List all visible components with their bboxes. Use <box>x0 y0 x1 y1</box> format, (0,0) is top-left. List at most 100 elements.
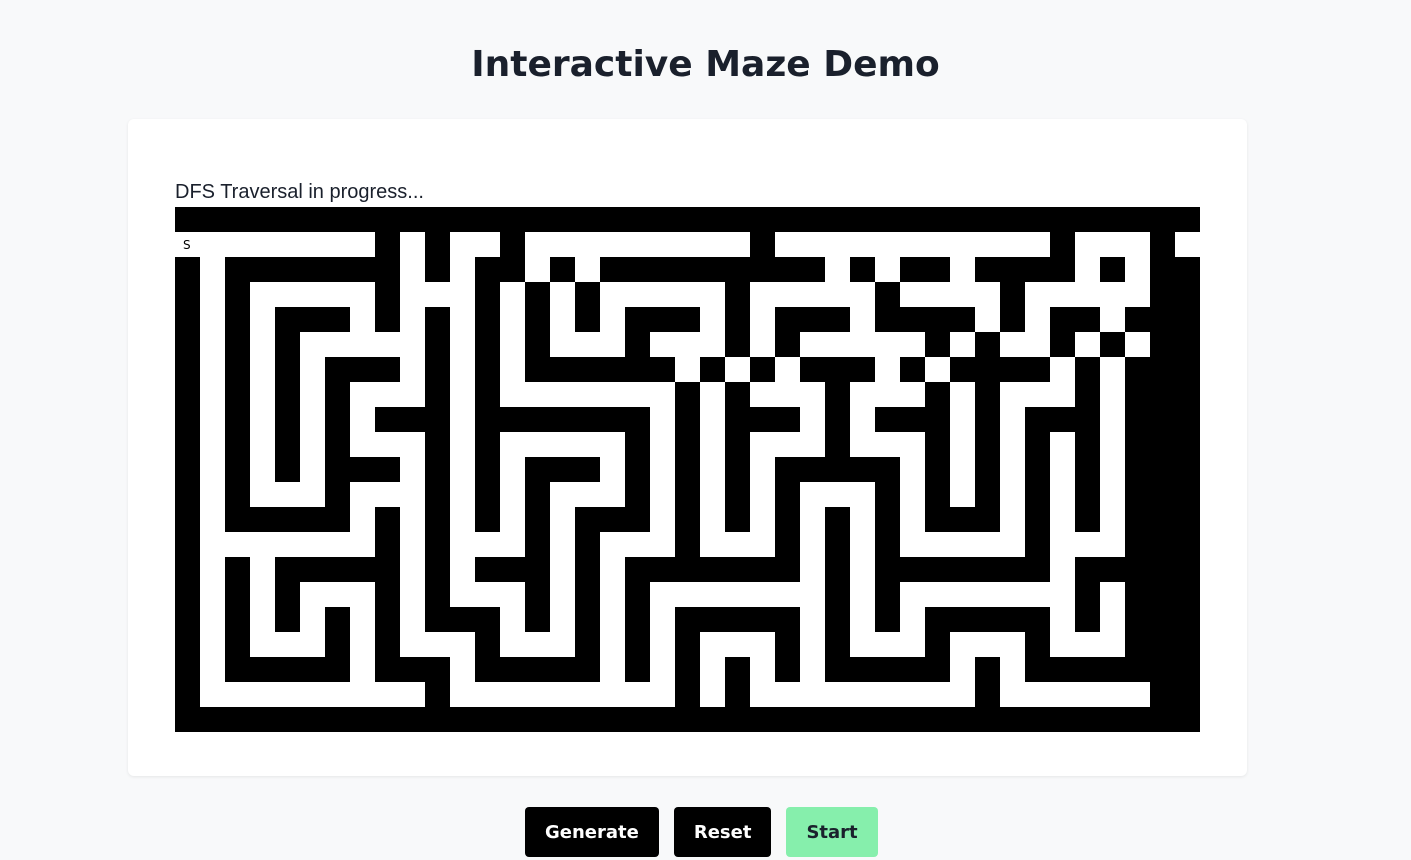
maze-path-cell <box>200 482 225 507</box>
maze-path-cell <box>925 532 950 557</box>
maze-path-cell <box>375 682 400 707</box>
maze-path-cell <box>600 607 625 632</box>
maze-grid <box>175 232 1200 707</box>
maze-path-cell <box>675 232 700 257</box>
maze-path-cell <box>800 282 825 307</box>
maze-path-cell <box>250 382 275 407</box>
maze-path-cell <box>250 357 275 382</box>
maze-path-cell <box>400 457 425 482</box>
maze-path-cell <box>450 532 475 557</box>
maze-path-cell <box>500 682 525 707</box>
maze-path-cell <box>1000 232 1025 257</box>
generate-button[interactable]: Generate <box>525 807 659 857</box>
maze-path-cell <box>650 682 675 707</box>
start-button[interactable]: Start <box>786 807 878 857</box>
maze-path-cell <box>825 332 850 357</box>
reset-button[interactable]: Reset <box>673 807 772 857</box>
maze-path-cell <box>400 432 425 457</box>
maze-path-cell <box>325 532 350 557</box>
maze-path-cell <box>800 332 825 357</box>
maze-path-cell <box>250 232 275 257</box>
maze-path-cell <box>1100 357 1125 382</box>
maze-path-cell <box>1050 532 1075 557</box>
maze-path-cell <box>1050 557 1075 582</box>
maze-path-cell <box>525 432 550 457</box>
maze-path-cell <box>950 457 975 482</box>
maze-path-cell <box>950 257 975 282</box>
maze-path-cell <box>975 532 1000 557</box>
maze-path-cell <box>400 382 425 407</box>
maze-path-cell <box>850 582 875 607</box>
maze-path-cell <box>725 232 750 257</box>
maze-path-cell <box>950 407 975 432</box>
maze-path-cell <box>200 532 225 557</box>
maze-path-cell <box>1000 507 1025 532</box>
maze-path-cell <box>600 282 625 307</box>
maze-path-cell <box>825 482 850 507</box>
maze-end-cell <box>1125 682 1150 707</box>
maze-path-cell <box>1075 682 1100 707</box>
maze-path-cell <box>575 257 600 282</box>
maze-path-cell <box>575 482 600 507</box>
maze-path-cell <box>275 482 300 507</box>
maze-path-cell <box>300 232 325 257</box>
maze-path-cell <box>375 482 400 507</box>
maze-path-cell <box>750 507 775 532</box>
maze-path-cell <box>250 532 275 557</box>
maze-path-cell <box>975 307 1000 332</box>
maze-path-cell <box>700 482 725 507</box>
maze-path-cell <box>450 632 475 657</box>
maze-path-cell <box>1000 582 1025 607</box>
maze-path-cell <box>250 632 275 657</box>
maze-path-cell <box>400 557 425 582</box>
maze-path-cell <box>450 457 475 482</box>
maze-path-cell <box>450 432 475 457</box>
maze-path-cell <box>1000 682 1025 707</box>
maze-path-cell <box>825 682 850 707</box>
maze-path-cell <box>325 332 350 357</box>
maze-path-cell <box>200 432 225 457</box>
maze-path-cell <box>925 232 950 257</box>
maze-path-cell <box>1000 457 1025 482</box>
end-marker: E <box>1184 688 1192 702</box>
maze-path-cell <box>550 282 575 307</box>
maze-path-cell <box>1050 457 1075 482</box>
maze-path-cell <box>875 257 900 282</box>
maze-path-cell <box>400 607 425 632</box>
maze-path-cell <box>200 632 225 657</box>
maze-path-cell <box>700 632 725 657</box>
maze-path-cell <box>900 232 925 257</box>
maze-path-cell <box>200 582 225 607</box>
maze-path-cell <box>750 432 775 457</box>
maze-canvas[interactable] <box>175 207 1200 732</box>
maze-path-cell <box>725 582 750 607</box>
maze-path-cell <box>300 357 325 382</box>
maze-path-cell <box>650 482 675 507</box>
maze-path-cell <box>775 382 800 407</box>
maze-path-cell <box>450 682 475 707</box>
maze-path-cell <box>750 482 775 507</box>
maze-path-cell <box>600 632 625 657</box>
maze-path-cell <box>225 682 250 707</box>
maze-path-cell <box>300 482 325 507</box>
maze-path-cell <box>775 582 800 607</box>
maze-path-cell <box>850 557 875 582</box>
maze-path-cell <box>450 507 475 532</box>
maze-path-cell <box>800 607 825 632</box>
maze-path-cell <box>1100 482 1125 507</box>
maze-path-cell <box>600 482 625 507</box>
maze-path-cell <box>850 432 875 457</box>
maze-path-cell <box>1000 632 1025 657</box>
maze-path-cell <box>700 457 725 482</box>
maze-path-cell <box>1050 382 1075 407</box>
maze-path-cell <box>800 382 825 407</box>
maze-path-cell <box>875 432 900 457</box>
maze-path-cell <box>750 307 775 332</box>
maze-path-cell <box>225 232 250 257</box>
maze-path-cell <box>900 382 925 407</box>
maze-path-cell <box>750 657 775 682</box>
maze-path-cell <box>350 657 375 682</box>
maze-path-cell <box>500 607 525 632</box>
maze-path-cell <box>350 632 375 657</box>
maze-path-cell <box>300 382 325 407</box>
